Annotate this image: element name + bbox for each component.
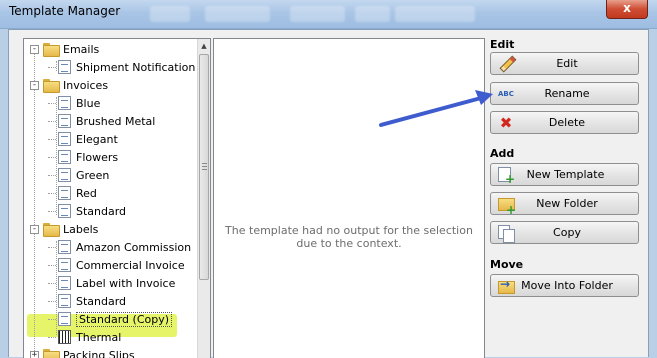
template-document-icon [58,96,71,110]
tree-item[interactable]: Green [48,166,109,184]
scrollbar-thumb[interactable] [199,54,209,280]
preview-message: The template had no output for the selec… [214,224,484,250]
tree-node-label: Standard [76,205,126,218]
tree-item[interactable]: Amazon Commission [48,238,191,256]
background-ghost [395,6,475,22]
background-ghost [290,6,345,22]
tree-item[interactable]: Standard [48,202,126,220]
tree-connector [34,51,35,357]
template-document-icon [58,132,71,146]
move-into-folder-button-label: Move Into Folder [514,279,638,292]
background-ghost [205,6,270,22]
tree-item[interactable]: Shipment Notification [48,58,195,76]
tree-item[interactable]: Flowers [48,148,118,166]
close-button[interactable]: x [606,0,648,19]
template-document-icon [58,312,71,326]
tree-node-label: Brushed Metal [76,115,155,128]
barcode-label-icon [58,330,71,344]
delete-x-icon: ✖ [498,115,514,131]
template-document-icon [58,60,71,74]
tree-folder-invoices[interactable]: - Invoices [30,76,108,94]
window-title: Template Manager [9,4,120,18]
section-title-edit: Edit [490,38,514,51]
new-template-button[interactable]: New Template [490,163,639,186]
template-document-icon [58,294,71,308]
tree-node-label: Standard (Copy) [76,312,172,327]
tree-folder-emails[interactable]: - Emails [30,40,99,58]
new-folder-icon [498,196,514,212]
copy-icon [498,225,514,241]
copy-button-label: Copy [514,226,638,239]
template-document-icon [58,168,71,182]
template-document-icon [58,204,71,218]
tree-folder-labels[interactable]: - Labels [30,220,98,238]
tree-item[interactable]: Commercial Invoice [48,256,185,274]
rename-button-label: Rename [514,87,638,100]
tree-item[interactable]: Label with Invoice [48,274,175,292]
tree-item[interactable]: Thermal [48,328,121,346]
background-ghost [150,6,190,22]
collapse-icon[interactable]: - [30,225,39,234]
new-template-icon [498,167,511,182]
folder-icon [43,79,59,91]
template-document-icon [58,114,71,128]
template-tree[interactable]: - Emails Shipment Notification - Invoice… [23,38,211,358]
grip-icon [202,163,207,170]
pencil-icon [498,56,514,72]
section-title-add: Add [490,147,514,160]
abc-rename-icon: ABC [498,86,514,102]
tree-item[interactable]: Blue [48,94,100,112]
tree-node-label: Shipment Notification [76,61,195,74]
close-icon[interactable]: x [623,1,631,15]
background-ghost [355,6,390,22]
move-folder-icon [498,278,514,294]
tree-item[interactable]: Red [48,184,97,202]
tree-node-label: Thermal [76,331,121,344]
template-document-icon [58,258,71,272]
collapse-icon[interactable]: - [30,45,39,54]
tree-node-label: Green [76,169,109,182]
tree-item[interactable]: Brushed Metal [48,112,155,130]
folder-icon [43,43,59,55]
tree-node-label: Elegant [76,133,118,146]
template-document-icon [58,150,71,164]
tree-node-label: Label with Invoice [76,277,175,290]
tree-node-label: Amazon Commission [76,241,191,254]
new-template-button-label: New Template [511,168,638,181]
tree-node-label: Flowers [76,151,118,164]
title-bar[interactable]: Template Manager x [0,0,657,29]
folder-icon [43,223,59,235]
tree-node-label: Emails [63,43,99,56]
new-folder-button[interactable]: New Folder [490,192,639,215]
tree-folder-packing-slips[interactable]: + Packing Slips [30,346,135,358]
section-title-move: Move [490,258,523,271]
template-document-icon [58,240,71,254]
tree-item-selected[interactable]: Standard (Copy) [48,310,172,328]
edit-button[interactable]: Edit [490,52,639,75]
tree-node-label: Invoices [63,79,108,92]
tree-node-label: Commercial Invoice [76,259,185,272]
template-document-icon [58,276,71,290]
rename-button[interactable]: ABC Rename [490,82,639,105]
tree-scrollbar[interactable]: ▲ [197,39,210,358]
copy-button[interactable]: Copy [490,221,639,244]
annotation-arrow-icon [379,85,497,135]
tree-node-label: Standard [76,295,126,308]
tree-node-label: Labels [63,223,98,236]
scroll-up-arrow-icon[interactable]: ▲ [198,39,210,53]
tree-item[interactable]: Elegant [48,130,118,148]
tree-node-label: Red [76,187,97,200]
delete-button-label: Delete [514,116,638,129]
tree-item[interactable]: Standard [48,292,126,310]
template-document-icon [58,186,71,200]
tree-node-label: Blue [76,97,100,110]
new-folder-button-label: New Folder [514,197,638,210]
collapse-icon[interactable]: - [30,81,39,90]
move-into-folder-button[interactable]: Move Into Folder [490,274,639,297]
edit-button-label: Edit [514,57,638,70]
dialog-body: - Emails Shipment Notification - Invoice… [8,29,649,357]
delete-button[interactable]: ✖ Delete [490,111,639,134]
